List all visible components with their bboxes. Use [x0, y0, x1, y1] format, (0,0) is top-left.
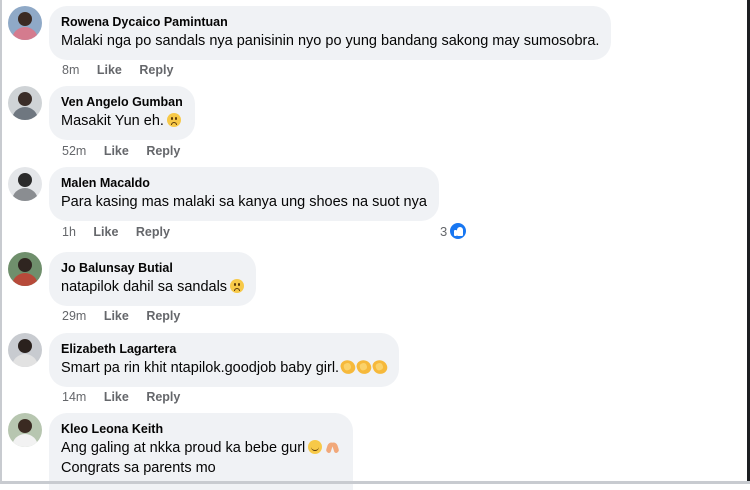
comment-bubble: Jo Balunsay Butial natapilok dahil sa sa…	[49, 252, 257, 306]
comment-text-line-2: Congrats sa parents mo	[61, 460, 216, 476]
avatar[interactable]	[8, 167, 42, 201]
avatar-head	[18, 339, 32, 353]
avatar-body	[12, 188, 38, 201]
comment-author[interactable]: Malen Macaldo	[61, 175, 427, 192]
like-button[interactable]: Like	[104, 144, 129, 158]
like-reaction-icon	[449, 222, 468, 240]
comment-actions: 1h Like Reply	[62, 224, 184, 240]
like-button[interactable]: Like	[104, 309, 129, 323]
comment-bubble: Kleo Leona Keith Ang galing at nkka prou…	[49, 413, 354, 490]
comment-text-line: Ang galing at nkka proud ka bebe gurl	[61, 438, 341, 458]
comment-bubble: Malen Macaldo Para kasing mas malaki sa …	[49, 167, 439, 221]
comment-actions: 52m Like Reply	[62, 143, 194, 159]
avatar-body	[12, 27, 38, 40]
reaction-summary[interactable]: 3	[440, 222, 468, 240]
window-left-border	[0, 0, 2, 484]
avatar-head	[18, 173, 32, 187]
praying-hands-icon	[325, 440, 341, 454]
avatar-body	[12, 273, 38, 286]
comment-text: natapilok dahil sa sandals	[61, 279, 228, 295]
clapping-hands-icon	[355, 358, 374, 376]
comment-author[interactable]: Jo Balunsay Butial	[61, 260, 244, 277]
clapping-hands-icon	[339, 358, 358, 376]
comment-actions: 8m Like Reply	[62, 62, 187, 78]
sad-face-icon	[230, 279, 245, 293]
like-button[interactable]: Like	[93, 225, 118, 239]
comment-text: Para kasing mas malaki sa kanya ung shoe…	[61, 194, 427, 210]
avatar[interactable]	[8, 413, 42, 447]
comment-actions: 14m Like Reply	[62, 389, 194, 405]
avatar-head	[18, 92, 32, 106]
comment-author[interactable]: Kleo Leona Keith	[61, 421, 341, 438]
comment-author[interactable]: Elizabeth Lagartera	[61, 341, 387, 358]
comment-text-line: natapilok dahil sa sandals	[61, 277, 245, 297]
comment-text: Ang galing at nkka proud ka bebe gurl	[61, 440, 306, 456]
avatar[interactable]	[8, 333, 42, 367]
comment-text: Malaki nga po sandals nya panisinin nyo …	[61, 33, 600, 49]
reaction-count: 3	[440, 223, 448, 239]
avatar-body	[12, 107, 38, 120]
comment-time[interactable]: 29m	[62, 309, 86, 323]
clapping-hands-icon	[371, 358, 390, 376]
comment-author[interactable]: Rowena Dycaico Pamintuan	[61, 14, 599, 31]
comment-actions: 29m Like Reply	[62, 308, 194, 324]
comment-text-line: Masakit Yun eh.	[61, 111, 183, 131]
avatar[interactable]	[8, 6, 42, 40]
avatar[interactable]	[8, 86, 42, 120]
avatar-body	[12, 434, 38, 447]
comment-time[interactable]: 52m	[62, 144, 86, 158]
sad-face-icon	[166, 113, 181, 127]
avatar-head	[18, 258, 32, 272]
reply-button[interactable]: Reply	[136, 225, 170, 239]
reply-button[interactable]: Reply	[146, 144, 180, 158]
comment-text: Smart pa rin khit ntapilok.goodjob baby …	[61, 360, 340, 376]
avatar-head	[18, 419, 32, 433]
reply-button[interactable]: Reply	[146, 390, 180, 404]
comment-bubble: Rowena Dycaico Pamintuan Malaki nga po s…	[49, 6, 612, 60]
avatar[interactable]	[8, 252, 42, 286]
comment-time[interactable]: 8m	[62, 63, 79, 77]
comment-author[interactable]: Ven Angelo Gumban	[61, 94, 183, 111]
comment-text-line: Smart pa rin khit ntapilok.goodjob baby …	[61, 358, 390, 378]
avatar-head	[18, 12, 32, 26]
smiling-face-icon	[308, 440, 323, 454]
comment-text: Masakit Yun eh.	[61, 113, 164, 129]
like-button[interactable]: Like	[104, 390, 129, 404]
like-button[interactable]: Like	[97, 63, 122, 77]
comment-bubble: Elizabeth Lagartera Smart pa rin khit nt…	[49, 333, 400, 387]
comment-bubble: Ven Angelo Gumban Masakit Yun eh.	[49, 86, 195, 140]
reply-button[interactable]: Reply	[146, 309, 180, 323]
comment-time[interactable]: 1h	[62, 225, 76, 239]
avatar-body	[12, 354, 38, 367]
comment-time[interactable]: 14m	[62, 390, 86, 404]
reply-button[interactable]: Reply	[139, 63, 173, 77]
